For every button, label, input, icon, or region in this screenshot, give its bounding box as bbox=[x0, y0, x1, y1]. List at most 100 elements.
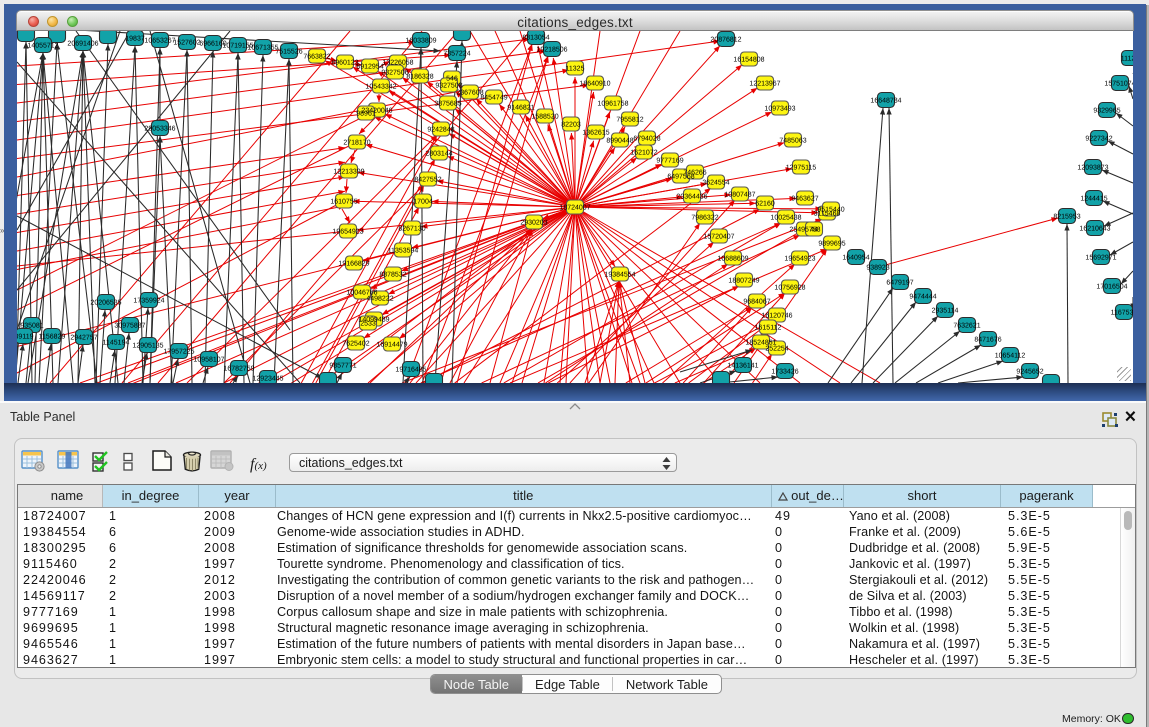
svg-text:29053346: 29053346 bbox=[144, 125, 175, 132]
svg-text:10671355: 10671355 bbox=[247, 44, 278, 51]
svg-text:252254: 252254 bbox=[765, 345, 788, 352]
svg-text:3624554: 3624554 bbox=[702, 179, 729, 186]
svg-text:1167533: 1167533 bbox=[1111, 309, 1133, 316]
svg-text:2718170: 2718170 bbox=[343, 139, 370, 146]
svg-text:9245652: 9245652 bbox=[1016, 368, 1043, 375]
svg-text:9463627: 9463627 bbox=[791, 195, 818, 202]
svg-text:9146821: 9146821 bbox=[507, 104, 534, 111]
svg-text:546: 546 bbox=[446, 75, 458, 82]
svg-text:7625402: 7625402 bbox=[342, 340, 369, 347]
svg-text:9329965: 9329965 bbox=[1093, 107, 1120, 114]
svg-text:39119: 39119 bbox=[17, 333, 34, 340]
svg-text:1615112: 1615112 bbox=[755, 324, 782, 331]
svg-text:10756928: 10756928 bbox=[774, 284, 805, 291]
svg-text:10688609: 10688609 bbox=[717, 255, 748, 262]
svg-text:19837: 19837 bbox=[125, 35, 145, 42]
svg-text:12923445: 12923445 bbox=[252, 375, 283, 382]
svg-text:20364436: 20364436 bbox=[676, 193, 707, 200]
svg-text:19716485: 19716485 bbox=[395, 366, 426, 373]
svg-text:1733426: 1733426 bbox=[771, 368, 798, 375]
svg-text:9227342: 9227342 bbox=[1085, 135, 1112, 142]
svg-text:6479197: 6479197 bbox=[886, 279, 913, 286]
svg-text:19384554: 19384554 bbox=[604, 271, 635, 278]
svg-text:2930203: 2930203 bbox=[520, 219, 547, 226]
svg-text:7955812: 7955812 bbox=[616, 116, 643, 123]
svg-text:17359924: 17359924 bbox=[133, 297, 164, 304]
svg-text:12975115: 12975115 bbox=[786, 164, 817, 171]
svg-text:1621072: 1621072 bbox=[630, 149, 657, 156]
svg-text:62160: 62160 bbox=[755, 200, 775, 207]
svg-text:8471676: 8471676 bbox=[974, 336, 1001, 343]
svg-text:9899695: 9899695 bbox=[818, 240, 845, 247]
svg-text:11325: 11325 bbox=[566, 65, 585, 72]
svg-text:14136141: 14136141 bbox=[727, 362, 758, 369]
svg-text:19166829: 19166829 bbox=[338, 260, 369, 267]
svg-text:8960123: 8960123 bbox=[331, 59, 358, 66]
svg-text:7986322: 7986322 bbox=[691, 214, 718, 221]
svg-text:10958107: 10958107 bbox=[193, 356, 224, 363]
svg-text:16782759: 16782759 bbox=[223, 365, 254, 372]
svg-text:9242848: 9242848 bbox=[427, 126, 454, 133]
svg-text:7632621: 7632621 bbox=[953, 322, 980, 329]
svg-text:10961758: 10961758 bbox=[597, 100, 628, 107]
svg-text:10807487: 10807487 bbox=[724, 191, 755, 198]
svg-text:1145194: 1145194 bbox=[103, 339, 130, 346]
svg-text:15751074: 15751074 bbox=[1104, 80, 1133, 87]
svg-text:11353594: 11353594 bbox=[388, 247, 419, 254]
svg-text:15720407: 15720407 bbox=[703, 233, 734, 240]
svg-text:1640954: 1640954 bbox=[842, 254, 869, 261]
svg-text:19654923: 19654923 bbox=[332, 228, 363, 235]
svg-text:746266: 746266 bbox=[683, 169, 706, 176]
svg-text:20876812: 20876812 bbox=[710, 36, 741, 43]
svg-text:16210643: 16210643 bbox=[1079, 225, 1110, 232]
svg-text:935081: 935081 bbox=[20, 322, 43, 329]
svg-text:2935114: 2935114 bbox=[932, 307, 959, 314]
svg-text:8454749: 8454749 bbox=[480, 94, 507, 101]
svg-text:8813054: 8813054 bbox=[522, 34, 549, 41]
svg-text:1527602: 1527602 bbox=[173, 39, 200, 46]
svg-text:938923: 938923 bbox=[866, 264, 889, 271]
svg-text:8186328: 8186328 bbox=[406, 73, 433, 80]
svg-text:10654112: 10654112 bbox=[995, 352, 1026, 359]
svg-text:9327506: 9327506 bbox=[381, 69, 408, 76]
svg-text:8990448: 8990448 bbox=[606, 137, 633, 144]
svg-text:20691406: 20691406 bbox=[67, 40, 98, 47]
svg-text:8912954: 8912954 bbox=[356, 63, 383, 70]
svg-text:8267130: 8267130 bbox=[398, 225, 425, 232]
svg-text:1610755: 1610755 bbox=[330, 198, 357, 205]
svg-text:13226058: 13226058 bbox=[382, 59, 413, 66]
svg-text:9684067: 9684067 bbox=[743, 298, 770, 305]
svg-text:8878532: 8878532 bbox=[379, 271, 406, 278]
svg-text:1244415: 1244415 bbox=[1080, 195, 1107, 202]
svg-text:15692971: 15692971 bbox=[1085, 254, 1116, 261]
svg-text:1588520: 1588520 bbox=[531, 113, 558, 120]
svg-text:4498222: 4498222 bbox=[366, 295, 393, 302]
svg-text:18724007: 18724007 bbox=[559, 204, 590, 211]
svg-text:10025438: 10025438 bbox=[770, 214, 801, 221]
svg-text:7663822: 7663822 bbox=[303, 53, 330, 60]
svg-text:8215953: 8215953 bbox=[1053, 213, 1080, 220]
svg-text:16033809: 16033809 bbox=[405, 37, 436, 44]
svg-text:12905135: 12905135 bbox=[132, 342, 163, 349]
svg-text:16914479: 16914479 bbox=[376, 341, 407, 348]
svg-text:20206535: 20206535 bbox=[90, 299, 121, 306]
svg-text:30975887: 30975887 bbox=[114, 322, 145, 329]
svg-text:3875685: 3875685 bbox=[434, 100, 461, 107]
svg-text:18807249: 18807249 bbox=[728, 277, 759, 284]
svg-text:44: 44 bbox=[810, 226, 818, 233]
svg-text:2533: 2533 bbox=[360, 320, 376, 327]
svg-text:9515440: 9515440 bbox=[817, 206, 844, 213]
svg-text:7485063: 7485063 bbox=[779, 137, 806, 144]
svg-text:98961: 98961 bbox=[356, 110, 376, 117]
svg-text:8427552: 8427552 bbox=[414, 176, 441, 183]
svg-text:7357224: 7357224 bbox=[443, 50, 470, 57]
svg-text:12213399: 12213399 bbox=[333, 168, 364, 175]
svg-text:12093873: 12093873 bbox=[1077, 164, 1108, 171]
svg-text:16120746: 16120746 bbox=[761, 312, 792, 319]
svg-text:2942757: 2942757 bbox=[70, 334, 97, 341]
svg-text:14055712: 14055712 bbox=[27, 42, 58, 49]
svg-text:19654923: 19654923 bbox=[784, 255, 815, 262]
svg-text:10543342: 10543342 bbox=[365, 83, 396, 90]
svg-text:9474444: 9474444 bbox=[909, 293, 936, 300]
svg-text:9777169: 9777169 bbox=[656, 157, 683, 164]
